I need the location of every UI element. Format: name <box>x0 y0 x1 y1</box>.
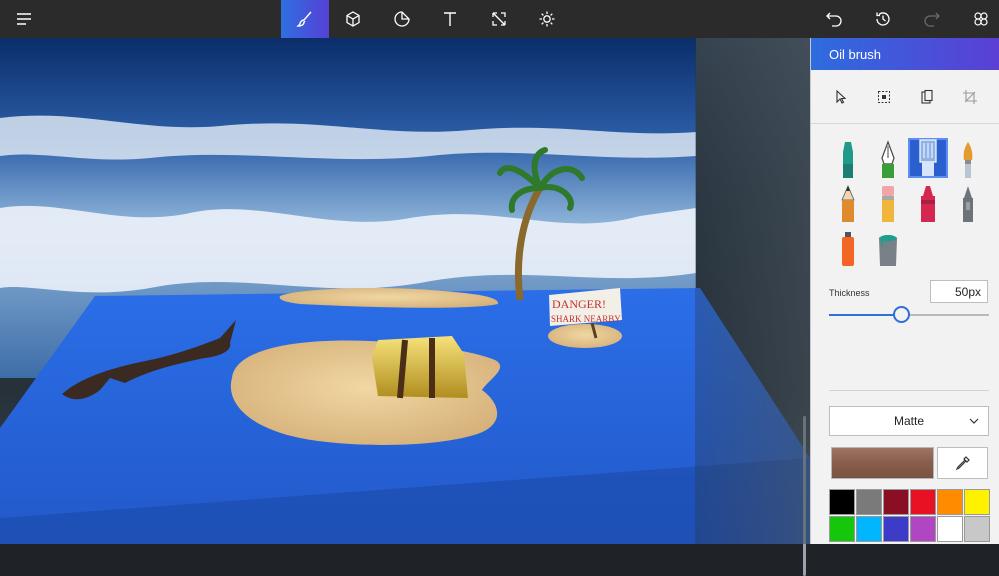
eraser-icon <box>882 186 894 222</box>
3d-shapes-tool-button[interactable] <box>329 0 377 38</box>
brush-eraser[interactable] <box>868 182 908 222</box>
color-swatch[interactable] <box>937 489 963 515</box>
color-swatch[interactable] <box>829 516 855 542</box>
color-swatch[interactable] <box>856 489 882 515</box>
history-button[interactable] <box>859 0 907 38</box>
thickness-input[interactable]: 50px <box>930 280 988 303</box>
brush-oil-brush[interactable] <box>908 138 948 178</box>
eyedropper-icon <box>955 456 970 471</box>
finish-dropdown[interactable]: Matte <box>829 406 989 436</box>
sign-line-1: DANGER! <box>552 297 606 311</box>
color-swatch[interactable] <box>910 489 936 515</box>
eyedropper-button[interactable] <box>937 447 988 479</box>
color-swatch[interactable] <box>883 489 909 515</box>
undo-button[interactable] <box>810 0 858 38</box>
fill-bucket-icon <box>879 235 897 266</box>
spray-can-icon <box>842 232 854 266</box>
brush-watercolor[interactable] <box>948 138 988 178</box>
finish-dropdown-value: Matte <box>893 414 924 428</box>
brushes-tool-button[interactable] <box>281 0 329 38</box>
select-button[interactable] <box>828 84 854 110</box>
3d-scene[interactable]: DANGER! SHARK NEARBY <box>0 38 810 544</box>
color-swatch[interactable] <box>829 489 855 515</box>
color-swatch[interactable] <box>910 516 936 542</box>
remix-3d-button[interactable] <box>957 0 999 38</box>
crop-button[interactable] <box>957 84 983 110</box>
brush-marker[interactable] <box>828 138 868 178</box>
thickness-label: Thickness <box>829 288 870 298</box>
paste-icon <box>920 89 933 104</box>
brush-pencil[interactable] <box>828 182 868 222</box>
watercolor-brush-icon <box>963 142 973 178</box>
text-icon <box>444 12 456 26</box>
brush-fill[interactable] <box>868 226 908 266</box>
effects-tool-button[interactable] <box>523 0 571 38</box>
pencil-icon <box>841 184 855 222</box>
select-arrow-icon <box>835 89 846 104</box>
canvas-area[interactable]: DANGER! SHARK NEARBY <box>0 38 810 576</box>
top-toolbar <box>0 0 999 38</box>
sand-island-small <box>548 324 622 348</box>
redo-icon <box>924 12 940 27</box>
hamburger-menu-icon <box>17 13 31 25</box>
brush-panel: Oil brush Thickness 50px Matte <box>810 38 999 544</box>
color-swatch[interactable] <box>937 516 963 542</box>
brush-calligraphy-pen[interactable] <box>868 138 908 178</box>
color-swatch[interactable] <box>883 516 909 542</box>
brush-spray-can[interactable] <box>828 226 868 266</box>
oil-brush-icon <box>919 139 937 176</box>
calligraphy-pen-icon <box>881 140 895 178</box>
color-swatch[interactable] <box>964 489 990 515</box>
canvas-tool-button[interactable] <box>475 0 523 38</box>
pixel-pen-icon <box>963 186 973 222</box>
selection-toolbar <box>811 70 999 124</box>
sign-line-2: SHARK NEARBY <box>551 314 621 324</box>
color-swatch[interactable] <box>964 516 990 542</box>
brush-icon <box>296 11 312 27</box>
resize-canvas-icon <box>492 12 506 26</box>
brush-pixel-pen[interactable] <box>948 182 988 222</box>
thickness-slider-fill <box>829 314 901 316</box>
sticker-icon <box>394 11 410 27</box>
thickness-slider-thumb[interactable] <box>893 306 910 323</box>
history-icon <box>876 12 890 26</box>
marker-icon <box>843 142 853 178</box>
crop-icon <box>962 89 977 104</box>
stickers-tool-button[interactable] <box>378 0 426 38</box>
cube-icon <box>346 11 360 27</box>
treasure-chest <box>372 336 468 398</box>
magic-select-button[interactable] <box>871 84 897 110</box>
color-swatch[interactable] <box>856 516 882 542</box>
vertical-scrollbar[interactable] <box>803 416 806 576</box>
brush-crayon[interactable] <box>908 182 948 222</box>
crayon-icon <box>921 186 935 222</box>
panel-title: Oil brush <box>811 38 999 70</box>
undo-icon <box>826 12 842 27</box>
panel-divider <box>829 390 989 391</box>
paste-button[interactable] <box>914 84 940 110</box>
redo-button[interactable] <box>908 0 956 38</box>
sun-icon <box>539 11 555 27</box>
text-tool-button[interactable] <box>426 0 474 38</box>
magic-select-icon <box>877 90 890 103</box>
current-color-swatch[interactable] <box>831 447 934 479</box>
chevron-down-icon <box>969 418 979 424</box>
remix-3d-icon <box>974 12 988 26</box>
thickness-slider[interactable] <box>829 306 989 323</box>
menu-button[interactable] <box>0 0 48 38</box>
